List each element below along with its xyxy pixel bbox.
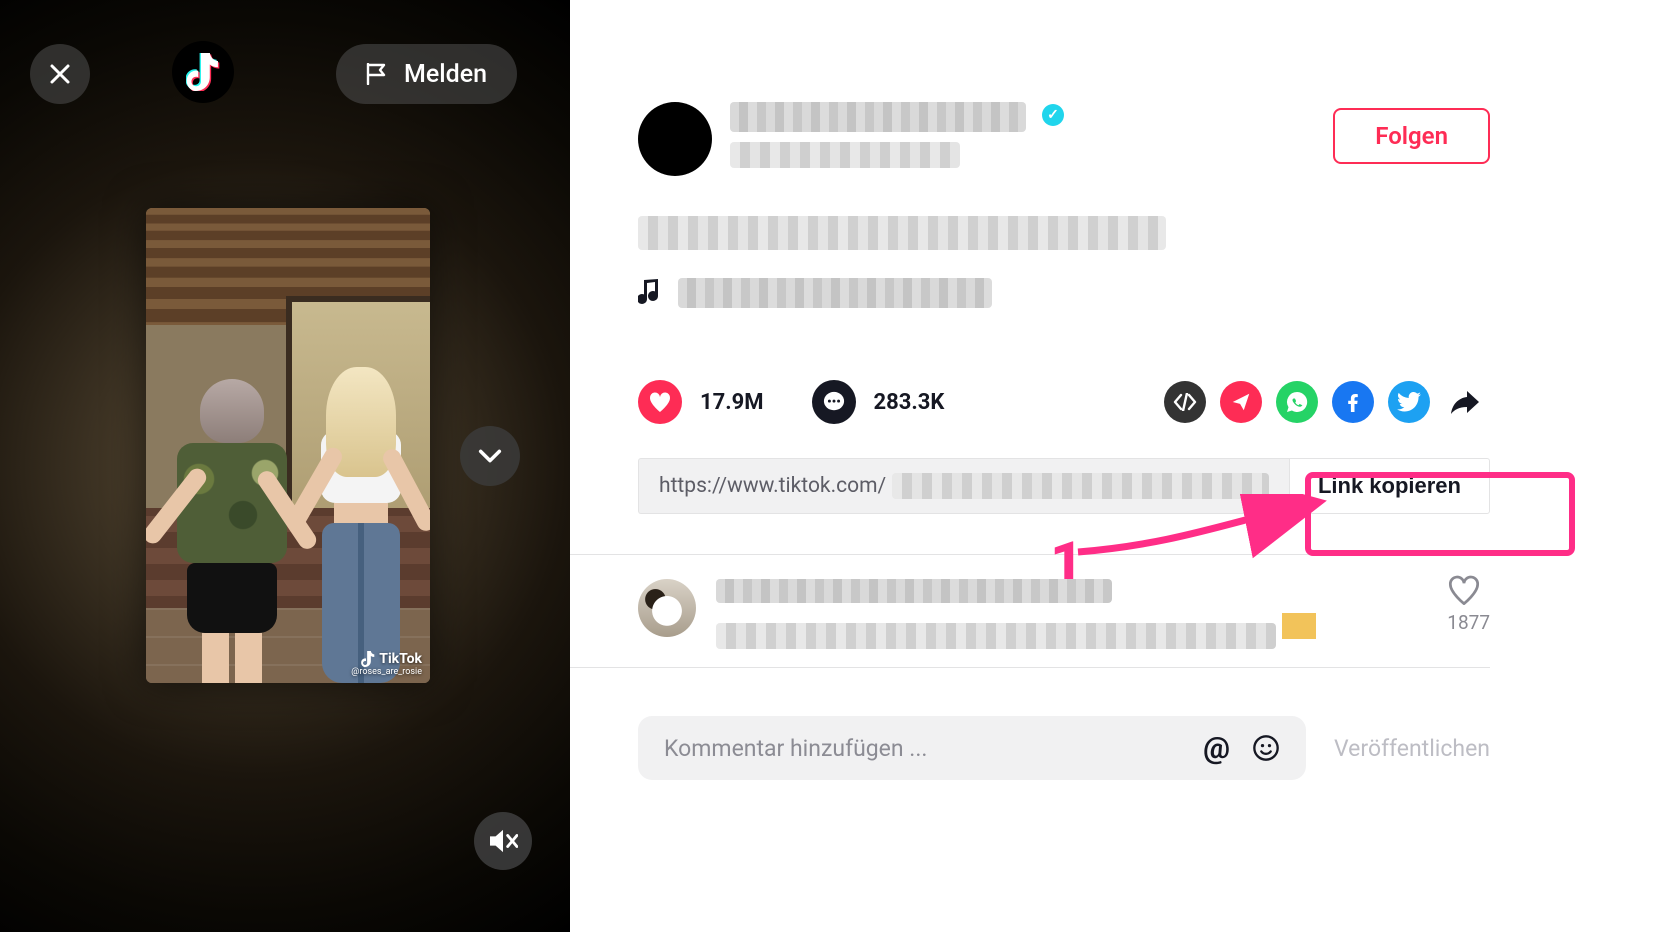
next-video-button[interactable] <box>460 426 520 486</box>
app-root: Melden TikTok @roses_are_rosie <box>0 0 1680 932</box>
engagement-row: 17.9M 283.3K <box>638 380 1490 424</box>
share-twitter-button[interactable] <box>1388 381 1430 423</box>
facebook-icon <box>1341 390 1365 414</box>
share-send-button[interactable] <box>1220 381 1262 423</box>
video-frame[interactable]: TikTok @roses_are_rosie <box>146 208 430 683</box>
comment-icon <box>823 391 845 413</box>
video-caption <box>638 216 1490 250</box>
commenter-avatar[interactable] <box>638 579 696 637</box>
paper-plane-icon <box>1230 391 1252 413</box>
comment-emoji-redacted <box>1282 613 1316 639</box>
video-link-field[interactable]: https://www.tiktok.com/ <box>638 458 1289 514</box>
like-count: 17.9M <box>700 390 764 415</box>
chevron-down-icon <box>476 442 504 470</box>
comment-input[interactable]: Kommentar hinzufügen ... @ <box>638 716 1306 780</box>
comment-input-placeholder: Kommentar hinzufügen ... <box>664 735 927 762</box>
comment-stat: 283.3K <box>812 380 945 424</box>
share-row <box>1164 381 1486 423</box>
comment-item: 1877 <box>638 555 1490 653</box>
music-title-redacted <box>678 278 992 308</box>
copy-link-button[interactable]: Link kopieren <box>1289 458 1490 514</box>
author-username-redacted <box>730 102 1026 132</box>
author-header: ✓ Folgen <box>638 102 1490 176</box>
compose-divider <box>570 667 1490 668</box>
comment-like[interactable]: 1877 <box>1447 575 1490 634</box>
follow-button[interactable]: Folgen <box>1333 108 1490 164</box>
close-icon <box>48 62 72 86</box>
close-button[interactable] <box>30 44 90 104</box>
comment-button[interactable] <box>812 380 856 424</box>
share-facebook-button[interactable] <box>1332 381 1374 423</box>
tiktok-logo <box>172 41 234 103</box>
author-avatar[interactable] <box>638 102 712 176</box>
video-info-pane: ✓ Folgen 17.9M 283.3K <box>570 0 1490 932</box>
emoji-icon[interactable] <box>1252 734 1280 762</box>
like-stat: 17.9M <box>638 380 764 424</box>
music-row[interactable] <box>638 278 1490 308</box>
share-more-button[interactable] <box>1444 381 1486 423</box>
compose-row: Kommentar hinzufügen ... @ Veröffentlich… <box>638 716 1490 780</box>
whatsapp-icon <box>1285 390 1309 414</box>
video-link-visible: https://www.tiktok.com/ <box>659 474 886 498</box>
copy-link-row: https://www.tiktok.com/ Link kopieren <box>638 458 1490 514</box>
publish-button[interactable]: Veröffentlichen <box>1334 735 1490 762</box>
volume-mute-icon <box>488 828 518 854</box>
author-displayname-redacted <box>730 142 960 168</box>
share-whatsapp-button[interactable] <box>1276 381 1318 423</box>
share-embed-button[interactable] <box>1164 381 1206 423</box>
video-player-pane: Melden TikTok @roses_are_rosie <box>0 0 570 932</box>
like-button[interactable] <box>638 380 682 424</box>
heart-outline-icon <box>1447 575 1490 605</box>
tiktok-note-icon <box>361 651 375 667</box>
tiktok-note-icon <box>186 53 220 91</box>
video-watermark: TikTok @roses_are_rosie <box>351 651 422 677</box>
verified-badge-icon: ✓ <box>1042 104 1064 126</box>
video-still <box>146 208 430 683</box>
comment-like-count: 1877 <box>1447 611 1490 634</box>
commenter-name-redacted <box>716 579 1112 603</box>
comment-count: 283.3K <box>874 390 945 415</box>
music-note-icon <box>638 279 662 307</box>
flag-icon <box>366 63 390 85</box>
mention-icon[interactable]: @ <box>1203 731 1230 766</box>
author-name-block[interactable] <box>730 102 1026 168</box>
comment-text-redacted <box>716 623 1276 649</box>
caption-text-redacted <box>638 216 1166 250</box>
twitter-icon <box>1397 392 1421 412</box>
report-label: Melden <box>404 60 487 89</box>
embed-icon <box>1173 393 1197 411</box>
mute-button[interactable] <box>474 812 532 870</box>
share-arrow-icon <box>1449 389 1481 415</box>
report-button[interactable]: Melden <box>336 44 517 104</box>
video-link-redacted <box>892 473 1269 499</box>
heart-icon <box>648 391 672 413</box>
